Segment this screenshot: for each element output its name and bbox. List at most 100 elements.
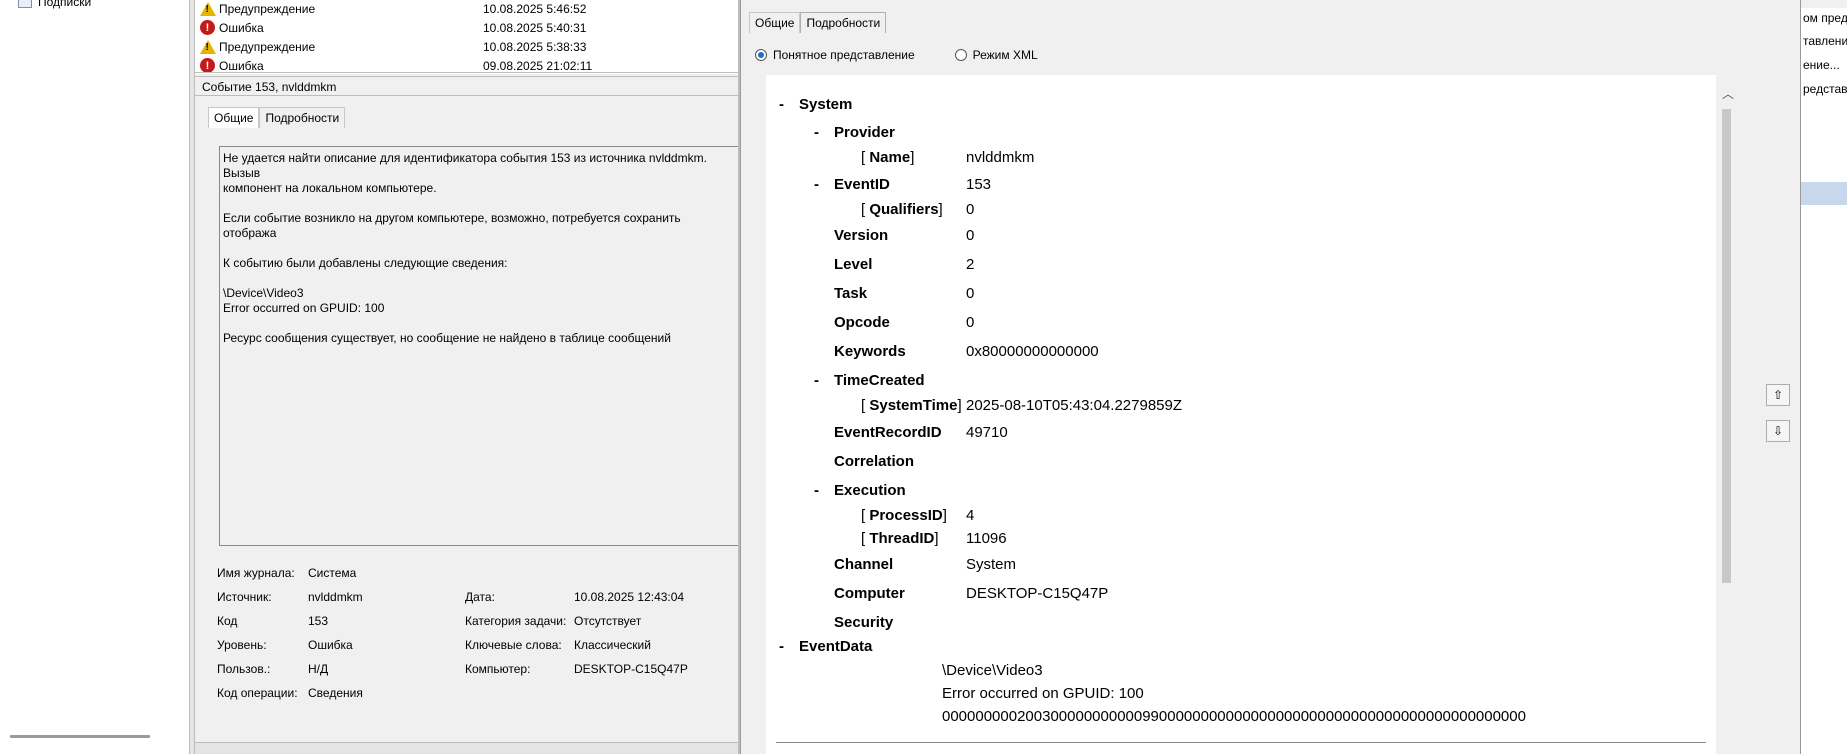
xml-attr-processid: [ ProcessID] <box>861 507 947 524</box>
event-date: 10.08.2025 5:46:52 <box>483 1 587 16</box>
xml-attr-qualifiers: [ Qualifiers] <box>861 201 943 218</box>
action-item[interactable]: редставле <box>1803 82 1847 96</box>
keywords-label: Ключевые слова: <box>465 638 562 652</box>
tab-details[interactable]: Подробности <box>800 12 887 33</box>
xml-node-execution: Execution <box>834 482 906 499</box>
xml-node-eventid: EventID <box>834 176 890 193</box>
xml-value-eventrecordid: 49710 <box>966 424 1008 441</box>
xml-node-keywords: Keywords <box>834 343 906 360</box>
collapse-execution-toggle[interactable]: - <box>814 482 819 499</box>
tree-item-subscriptions[interactable]: Подписки <box>18 0 91 11</box>
collapse-eventdata-toggle[interactable]: - <box>779 638 784 655</box>
scroll-up-icon[interactable]: ︿ <box>1722 85 1734 102</box>
tab-general[interactable]: Общие <box>749 12 801 33</box>
collapse-provider-toggle[interactable]: - <box>814 124 819 141</box>
pane-splitter[interactable] <box>195 742 740 754</box>
radio-xml-view[interactable] <box>954 49 967 61</box>
xml-eventdata-line: Error occurred on GPUID: 100 <box>942 685 1144 702</box>
tab-details[interactable]: Подробности <box>259 107 346 128</box>
error-icon: ! <box>200 20 215 35</box>
xml-node-eventdata: EventData <box>799 638 873 655</box>
level-value: Ошибка <box>308 638 353 652</box>
event-level: Предупреждение <box>219 39 316 54</box>
event-level: Предупреждение <box>219 1 316 16</box>
arrow-down-icon: ⇩ <box>1772 424 1784 438</box>
error-icon: ! <box>200 58 215 72</box>
table-row[interactable]: Предупреждение 10.08.2025 5:46:52 <box>199 0 740 18</box>
action-item[interactable]: ение... <box>1803 58 1840 72</box>
collapse-eventid-toggle[interactable]: - <box>814 176 819 193</box>
selected-action-item[interactable] <box>1801 182 1847 205</box>
xml-attr-name: [ Name] <box>861 149 915 166</box>
tab-general[interactable]: Общие <box>208 107 260 128</box>
scrollbar-thumb[interactable] <box>1722 109 1731 583</box>
next-event-button[interactable]: ⇩ <box>1766 420 1790 442</box>
subscriptions-icon <box>18 0 32 8</box>
xml-value-level: 2 <box>966 256 975 273</box>
xml-node-channel: Channel <box>834 556 894 573</box>
xml-node-opcode: Opcode <box>834 314 890 331</box>
warning-icon <box>199 39 216 54</box>
xml-attr-threadid: [ ThreadID] <box>861 530 939 547</box>
xml-node-system: System <box>799 96 853 113</box>
xml-node-eventrecordid: EventRecordID <box>834 424 942 441</box>
xml-node-security: Security <box>834 614 894 631</box>
radio-friendly-view[interactable] <box>755 49 767 61</box>
computer-label: Компьютер: <box>465 662 531 676</box>
level-label: Уровень: <box>217 638 267 652</box>
event-properties-dialog: Общие Подробности Понятное представление… <box>740 0 1800 754</box>
dialog-tabs: Общие Подробности <box>749 12 887 33</box>
event-level: Ошибка <box>219 20 264 35</box>
xml-value-channel: System <box>966 556 1017 573</box>
table-row[interactable]: Предупреждение 10.08.2025 5:38:33 <box>199 37 740 56</box>
xml-eventdata-line: 0000000002003000000000009900000000000000… <box>942 708 1526 725</box>
opcode-label: Код операции: <box>217 686 298 700</box>
keywords-value: Классический <box>574 638 651 652</box>
opcode-value: Сведения <box>308 686 363 700</box>
xml-value-computer: DESKTOP-C15Q47P <box>966 585 1109 602</box>
xml-value-opcode: 0 <box>966 314 975 331</box>
collapse-timecreated-toggle[interactable]: - <box>814 372 819 389</box>
table-row[interactable]: ! Ошибка 09.08.2025 21:02:11 <box>200 56 740 73</box>
xml-node-timecreated: TimeCreated <box>834 372 925 389</box>
detail-tabs: Общие Подробности <box>208 107 346 128</box>
xml-value-name: nvlddmkm <box>966 149 1035 166</box>
date-value: 10.08.2025 12:43:04 <box>574 590 685 604</box>
event-description[interactable]: Не удается найти описание для идентифика… <box>219 146 740 546</box>
divider <box>776 742 1706 743</box>
source-value: nvlddmkm <box>308 590 363 604</box>
xml-value-keywords: 0x80000000000000 <box>966 343 1099 360</box>
events-list: Предупреждение 10.08.2025 5:46:52 ! Ошиб… <box>195 0 740 73</box>
collapse-system-toggle[interactable]: - <box>779 96 784 113</box>
action-item[interactable]: ом пред <box>1803 11 1847 25</box>
date-label: Дата: <box>465 590 495 604</box>
action-item[interactable]: тавление <box>1803 34 1847 48</box>
vertical-scrollbar[interactable]: ︿ <box>1719 85 1735 585</box>
radio-friendly-label[interactable]: Понятное представление <box>773 48 915 62</box>
xml-node-version: Version <box>834 227 889 244</box>
event-date: 09.08.2025 21:02:11 <box>483 58 593 73</box>
source-label: Источник: <box>217 590 272 604</box>
xml-node-level: Level <box>834 256 873 273</box>
computer-value: DESKTOP-C15Q47P <box>574 662 688 676</box>
xml-eventdata-line: \Device\Video3 <box>942 662 1043 679</box>
journal-value: Система <box>308 566 357 580</box>
event-detail-header: Событие 153, nvlddmkm <box>195 76 740 96</box>
xml-value-task: 0 <box>966 285 975 302</box>
xml-value-version: 0 <box>966 227 975 244</box>
xml-value-qualifiers: 0 <box>966 201 975 218</box>
xml-friendly-view[interactable]: - System - Provider [ Name] nvlddmkm - E… <box>766 75 1716 754</box>
category-value: Отсутствует <box>574 614 642 628</box>
xml-node-computer: Computer <box>834 585 905 602</box>
warning-icon <box>199 1 216 16</box>
horizontal-scrollbar[interactable] <box>10 735 150 738</box>
xml-node-correlation: Correlation <box>834 453 915 470</box>
xml-node-provider: Provider <box>834 124 895 141</box>
tree-item-label: Подписки <box>38 0 92 9</box>
event-level: Ошибка <box>219 58 264 73</box>
radio-xml-label[interactable]: Режим XML <box>973 48 1038 62</box>
previous-event-button[interactable]: ⇧ <box>1766 384 1790 406</box>
table-row[interactable]: ! Ошибка 10.08.2025 5:40:31 <box>200 18 740 37</box>
xml-value-systemtime: 2025-08-10T05:43:04.2279859Z <box>966 397 1183 414</box>
category-label: Категория задачи: <box>465 614 567 628</box>
